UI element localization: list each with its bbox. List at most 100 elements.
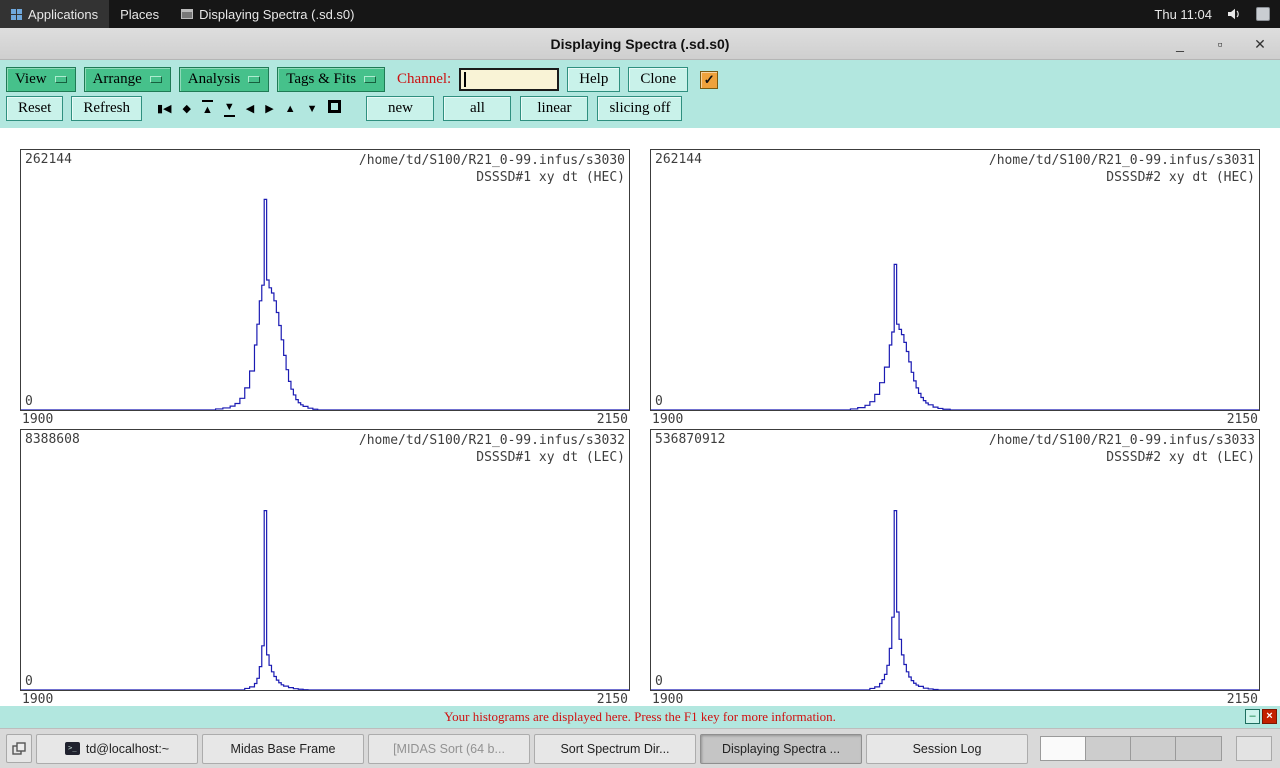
window-controls: _ ▫ ✕ — [1172, 28, 1268, 59]
spectrum-file: /home/td/S100/R21_0-99.infus/s3030 — [359, 152, 625, 169]
window-list-label: Displaying Spectra (.sd.s0) — [199, 7, 354, 22]
status-controls: – × — [1245, 709, 1277, 724]
task-midas-sort[interactable]: [MIDAS Sort (64 b... — [368, 734, 530, 764]
workspace-2[interactable] — [1086, 737, 1131, 760]
x-min-label: 1900 — [652, 412, 683, 426]
status-minimize-button[interactable]: – — [1245, 709, 1260, 724]
histogram-curve[interactable] — [651, 430, 1259, 690]
spectrum-header: /home/td/S100/R21_0-99.infus/s3031 DSSSD… — [989, 152, 1255, 186]
new-button[interactable]: new — [366, 96, 434, 121]
task-midas-base-frame[interactable]: Midas Base Frame — [202, 734, 364, 764]
applications-icon — [11, 9, 22, 20]
reset-button[interactable]: Reset — [6, 96, 63, 121]
taskbar: >_ td@localhost:~ Midas Base Frame [MIDA… — [0, 728, 1280, 768]
workspace-3[interactable] — [1131, 737, 1176, 760]
scroll-bottom-icon[interactable]: ▼ — [223, 100, 236, 117]
window-list-applet-button[interactable] — [6, 734, 32, 763]
spectrum-panel-1: 262144 /home/td/S100/R21_0-99.infus/s303… — [20, 149, 630, 426]
task-displaying-spectra[interactable]: Displaying Spectra ... — [700, 734, 862, 764]
arrange-menu-button[interactable]: Arrange — [84, 67, 171, 92]
scroll-top-icon[interactable]: ▲ — [201, 100, 214, 117]
places-label: Places — [120, 7, 159, 22]
all-button[interactable]: all — [443, 96, 511, 121]
show-desktop-button[interactable] — [1236, 736, 1272, 761]
spectrum-detector: DSSSD#1 xy dt (HEC) — [359, 169, 625, 186]
option-indicator-icon — [55, 76, 67, 83]
option-indicator-icon — [248, 76, 260, 83]
view-menu-button[interactable]: View — [6, 67, 76, 92]
toolbar-row-2: Reset Refresh ▮◀ ◆ ▲ ▼ ◀ ▶ ▲ ▼ new all l… — [6, 94, 1274, 123]
full-view-icon[interactable] — [327, 100, 342, 117]
clone-button[interactable]: Clone — [628, 67, 688, 92]
slicing-button[interactable]: slicing off — [597, 96, 682, 121]
volume-icon[interactable] — [1226, 6, 1242, 22]
help-button[interactable]: Help — [567, 67, 620, 92]
x-max-label: 2150 — [1227, 692, 1258, 706]
x-axis-labels: 1900 2150 — [20, 691, 630, 706]
toolbar: View Arrange Analysis Tags & Fits Channe… — [0, 60, 1280, 128]
x-min-label: 1900 — [22, 692, 53, 706]
histogram-curve[interactable] — [21, 430, 629, 690]
spectrum-plot-1: 262144 /home/td/S100/R21_0-99.infus/s303… — [20, 149, 630, 411]
x-axis-labels: 1900 2150 — [650, 411, 1260, 426]
window-list-menu[interactable]: Displaying Spectra (.sd.s0) — [170, 0, 365, 28]
top-panel: Applications Places Displaying Spectra (… — [0, 0, 1280, 28]
minimize-button[interactable]: _ — [1172, 37, 1188, 51]
page-up-icon[interactable]: ▲ — [284, 102, 297, 116]
option-indicator-icon — [364, 76, 376, 83]
status-close-button[interactable]: × — [1262, 709, 1277, 724]
mode-button-group: new all linear slicing off — [366, 96, 682, 121]
view-menu-label: View — [15, 71, 47, 88]
x-max-label: 2150 — [597, 412, 628, 426]
x-axis-labels: 1900 2150 — [650, 691, 1260, 706]
workspace-switcher — [1040, 736, 1222, 761]
arrange-menu-label: Arrange — [93, 71, 142, 88]
clock[interactable]: Thu 11:04 — [1154, 7, 1212, 22]
spectrum-detector: DSSSD#2 xy dt (HEC) — [989, 169, 1255, 186]
spectrum-plot-2: 262144 /home/td/S100/R21_0-99.infus/s303… — [650, 149, 1260, 411]
spectrum-file: /home/td/S100/R21_0-99.infus/s3032 — [359, 432, 625, 449]
places-menu[interactable]: Places — [109, 0, 170, 28]
workspace-4[interactable] — [1176, 737, 1221, 760]
tray-icon[interactable] — [1256, 7, 1270, 21]
spectrum-header: /home/td/S100/R21_0-99.infus/s3032 DSSSD… — [359, 432, 625, 466]
spectrum-header: /home/td/S100/R21_0-99.infus/s3033 DSSSD… — [989, 432, 1255, 466]
applications-menu[interactable]: Applications — [0, 0, 109, 28]
skip-start-icon[interactable]: ▮◀ — [156, 102, 173, 116]
nav-icon-group: ▮◀ ◆ ▲ ▼ ◀ ▶ ▲ ▼ — [156, 100, 342, 117]
spectrum-detector: DSSSD#1 xy dt (LEC) — [359, 449, 625, 466]
y-max-label: 536870912 — [655, 432, 725, 447]
linear-button[interactable]: linear — [520, 96, 588, 121]
histogram-curve[interactable] — [21, 150, 629, 410]
page-left-icon[interactable]: ◀ — [245, 102, 255, 116]
page-right-icon[interactable]: ▶ — [264, 102, 274, 116]
status-message: Your histograms are displayed here. Pres… — [444, 709, 836, 725]
tags-fits-menu-button[interactable]: Tags & Fits — [277, 67, 385, 92]
refresh-button[interactable]: Refresh — [71, 96, 142, 121]
spectrum-file: /home/td/S100/R21_0-99.infus/s3031 — [989, 152, 1255, 169]
y-min-label: 0 — [25, 674, 33, 689]
diamond-icon[interactable]: ◆ — [182, 102, 192, 116]
histogram-curve[interactable] — [651, 150, 1259, 410]
page-down-icon[interactable]: ▼ — [306, 102, 319, 116]
task-terminal[interactable]: >_ td@localhost:~ — [36, 734, 198, 764]
x-min-label: 1900 — [22, 412, 53, 426]
text-caret — [464, 72, 466, 87]
y-max-label: 262144 — [25, 152, 72, 167]
spectrum-plot-3: 8388608 /home/td/S100/R21_0-99.infus/s30… — [20, 429, 630, 691]
y-max-label: 262144 — [655, 152, 702, 167]
maximize-button[interactable]: ▫ — [1212, 37, 1228, 51]
terminal-icon: >_ — [65, 742, 80, 755]
task-session-log[interactable]: Session Log — [866, 734, 1028, 764]
channel-label: Channel: — [397, 71, 451, 88]
channel-input[interactable] — [459, 68, 559, 91]
option-indicator-icon — [150, 76, 162, 83]
workspace-1[interactable] — [1041, 737, 1086, 760]
spectrum-header: /home/td/S100/R21_0-99.infus/s3030 DSSSD… — [359, 152, 625, 186]
close-button[interactable]: ✕ — [1252, 37, 1268, 51]
y-min-label: 0 — [655, 394, 663, 409]
toolbar-row-1: View Arrange Analysis Tags & Fits Channe… — [6, 65, 1274, 94]
toolbar-checkbox[interactable]: ✓ — [700, 71, 718, 89]
analysis-menu-button[interactable]: Analysis — [179, 67, 270, 92]
task-sort-spectrum-dir[interactable]: Sort Spectrum Dir... — [534, 734, 696, 764]
